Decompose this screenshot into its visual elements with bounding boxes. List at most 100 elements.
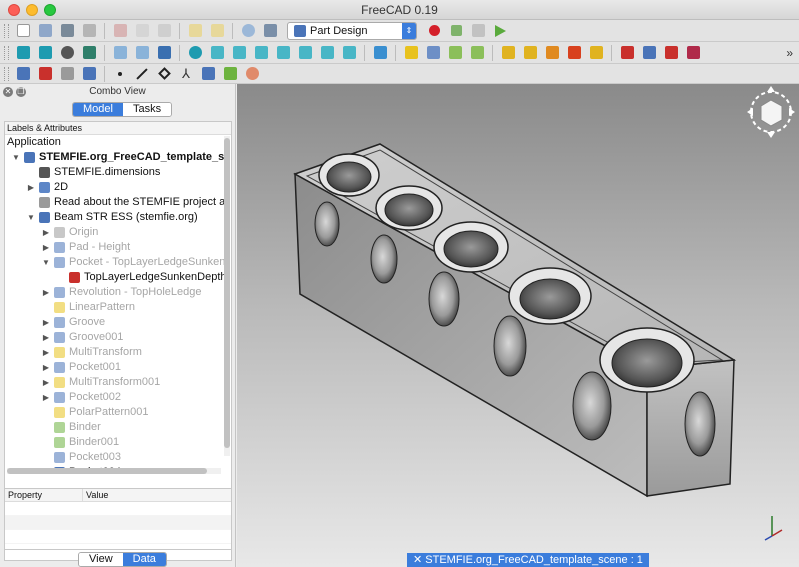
navigation-cube[interactable] xyxy=(747,86,795,138)
new-document-button[interactable] xyxy=(14,22,32,40)
validate-sketch-button[interactable] xyxy=(543,44,561,62)
toolbar-grip[interactable] xyxy=(4,23,9,38)
top-hole[interactable] xyxy=(519,278,581,320)
macros-button[interactable] xyxy=(469,22,487,40)
cut-button[interactable] xyxy=(111,22,129,40)
tree-item[interactable]: TopLayerLedgeSunkenDepth xyxy=(5,270,225,285)
side-hole[interactable] xyxy=(314,201,340,247)
nav-arrow-up-icon[interactable] xyxy=(767,86,775,92)
navigation-cube-face[interactable] xyxy=(760,99,783,127)
nav-arrow-right-icon[interactable] xyxy=(789,108,795,116)
expand-arrow-icon[interactable]: ▶ xyxy=(41,285,51,300)
tree-item[interactable]: ▶ Pad - Height xyxy=(5,240,225,255)
new-sketch-button[interactable] xyxy=(14,65,32,83)
expand-arrow-icon[interactable]: ▶ xyxy=(41,315,51,330)
point-button[interactable] xyxy=(111,65,129,83)
tree-item[interactable]: ▶ 2D xyxy=(5,180,225,195)
more-tools-button[interactable]: » xyxy=(786,46,793,60)
tree-item[interactable]: Application xyxy=(5,135,225,150)
expand-arrow-icon[interactable]: ▶ xyxy=(26,180,36,195)
view-sketch-button[interactable] xyxy=(80,65,98,83)
tab-view[interactable]: View xyxy=(79,553,123,566)
tree-item[interactable]: Binder xyxy=(5,420,225,435)
tree-item[interactable]: ▶ Groove001 xyxy=(5,330,225,345)
side-hole[interactable] xyxy=(370,234,398,284)
map-sketch-button[interactable] xyxy=(58,65,76,83)
tree-item[interactable]: ▶ MultiTransform xyxy=(5,345,225,360)
front-view-button[interactable] xyxy=(230,44,248,62)
rear-view-button[interactable] xyxy=(296,44,314,62)
tree-horizontal-scrollbar[interactable] xyxy=(7,468,221,474)
tree-vertical-scrollbar[interactable] xyxy=(224,136,230,456)
datum-line-button[interactable] xyxy=(640,44,658,62)
fit-all-button[interactable] xyxy=(14,44,32,62)
create-part-button[interactable] xyxy=(402,44,420,62)
external-geometry-button[interactable]: ⅄ xyxy=(177,65,195,83)
right-view-button[interactable] xyxy=(274,44,292,62)
scrollbar-thumb[interactable] xyxy=(7,468,207,474)
document-tab[interactable]: ✕ STEMFIE.org_FreeCAD_template_scene : 1 xyxy=(407,553,649,567)
expand-arrow-icon[interactable]: ▶ xyxy=(41,375,51,390)
save-button[interactable] xyxy=(58,22,76,40)
create-group-button[interactable] xyxy=(424,44,442,62)
tree-item[interactable]: Read about the STEMFIE project and xyxy=(5,195,225,210)
whats-this-button[interactable] xyxy=(261,22,279,40)
top-view-button[interactable] xyxy=(252,44,270,62)
record-macro-button[interactable] xyxy=(425,22,443,40)
collapse-arrow-icon[interactable]: ▼ xyxy=(26,210,36,225)
expand-arrow-icon[interactable]: ▶ xyxy=(41,225,51,240)
copy-button[interactable] xyxy=(133,22,151,40)
tree-item[interactable]: ▶ Revolution - TopHoleLedge xyxy=(5,285,225,300)
tab-model[interactable]: Model xyxy=(73,103,123,116)
print-button[interactable] xyxy=(80,22,98,40)
std-views-button[interactable] xyxy=(186,44,204,62)
tab-tasks[interactable]: Tasks xyxy=(122,103,172,116)
create-body-button[interactable] xyxy=(499,44,517,62)
edit-sketch-button[interactable] xyxy=(36,65,54,83)
link-button[interactable] xyxy=(155,44,173,62)
refresh-button[interactable] xyxy=(239,22,257,40)
local-cs-button[interactable] xyxy=(684,44,702,62)
nav-arrow-left-icon[interactable] xyxy=(747,108,753,116)
revolution-button[interactable] xyxy=(243,65,261,83)
isometric-view-button[interactable] xyxy=(208,44,226,62)
forward-button[interactable] xyxy=(133,44,151,62)
tree-item[interactable]: PolarPattern001 xyxy=(5,405,225,420)
top-hole[interactable] xyxy=(326,161,372,193)
side-hole[interactable] xyxy=(428,271,460,327)
datum-point-button[interactable] xyxy=(618,44,636,62)
collapse-arrow-icon[interactable]: ▼ xyxy=(41,255,51,270)
expand-arrow-icon[interactable]: ▶ xyxy=(41,240,51,255)
toolbar-grip[interactable] xyxy=(4,66,9,81)
undo-button[interactable] xyxy=(186,22,204,40)
side-hole[interactable] xyxy=(493,315,527,377)
pad-button[interactable] xyxy=(199,65,217,83)
tree-item[interactable]: ▶ Pocket001 xyxy=(5,360,225,375)
make-link-button[interactable] xyxy=(446,44,464,62)
stop-macro-button[interactable] xyxy=(447,22,465,40)
tree-item[interactable]: ▶ Groove xyxy=(5,315,225,330)
datum-plane-button[interactable] xyxy=(662,44,680,62)
create-sketch-button[interactable] xyxy=(521,44,539,62)
expand-arrow-icon[interactable]: ▶ xyxy=(41,390,51,405)
measure-button[interactable] xyxy=(371,44,389,62)
tree-item[interactable]: STEMFIE.dimensions xyxy=(5,165,225,180)
tree-item[interactable]: Pocket003 xyxy=(5,450,225,465)
tree-item[interactable]: ▶ Origin xyxy=(5,225,225,240)
close-panel-button[interactable]: ✕ xyxy=(3,87,13,97)
3d-viewport[interactable]: ✕ STEMFIE.org_FreeCAD_template_scene : 1 xyxy=(237,84,799,567)
expand-arrow-icon[interactable]: ▶ xyxy=(41,360,51,375)
fit-selection-button[interactable] xyxy=(36,44,54,62)
shape-binder-button[interactable] xyxy=(565,44,583,62)
tree-item[interactable]: LinearPattern xyxy=(5,300,225,315)
execute-macro-button[interactable] xyxy=(491,22,509,40)
tree-item[interactable]: ▶ Pocket002 xyxy=(5,390,225,405)
left-view-button[interactable] xyxy=(340,44,358,62)
polyline-button[interactable] xyxy=(155,65,173,83)
pocket-button[interactable] xyxy=(221,65,239,83)
end-hole[interactable] xyxy=(684,391,716,457)
maximize-window-button[interactable] xyxy=(44,4,56,16)
open-button[interactable] xyxy=(36,22,54,40)
tree-item[interactable]: Binder001 xyxy=(5,435,225,450)
tree-item[interactable]: ▼ Pocket - TopLayerLedgeSunkenD xyxy=(5,255,225,270)
